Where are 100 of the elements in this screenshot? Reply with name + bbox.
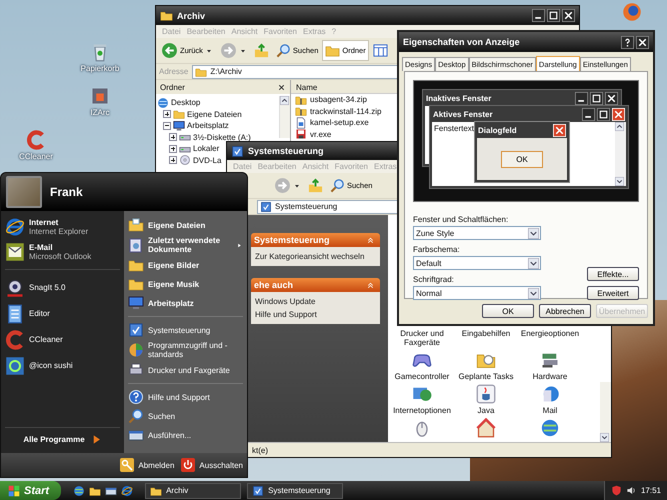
help-icon[interactable] <box>621 36 634 48</box>
dialog-button[interactable]: Erweitert <box>587 286 639 300</box>
forward-icon <box>220 42 237 59</box>
taskbar-button[interactable]: Archiv <box>145 482 242 498</box>
expand-toggle[interactable] <box>169 144 177 153</box>
menu-item[interactable]: Eigene Dateien <box>128 217 243 233</box>
maximize-icon[interactable] <box>547 9 560 22</box>
scrollbar[interactable] <box>279 96 290 138</box>
close-icon[interactable] <box>562 9 575 22</box>
menu-item[interactable]: Ausführen... <box>128 427 243 443</box>
menu-item[interactable]: Eigene Musik <box>128 276 243 292</box>
item-label[interactable]: Mail <box>542 406 558 415</box>
dialog-button[interactable]: Effekte... <box>587 267 639 281</box>
tree-item[interactable]: 3½-Diskette (A:) <box>193 132 251 142</box>
dialog-button[interactable]: Abbrechen <box>539 304 591 318</box>
item-label[interactable]: Eingabehilfen <box>462 329 510 338</box>
arc-icon[interactable] <box>26 130 46 150</box>
task-panel-header[interactable]: ehe auch <box>251 278 380 292</box>
zip-folder-icon <box>295 105 307 118</box>
scroll-up-icon[interactable] <box>615 122 624 131</box>
menu-item[interactable]: Systemsteuerung <box>128 322 243 338</box>
expand-toggle[interactable] <box>169 133 177 142</box>
tree-item[interactable]: Desktop <box>171 98 200 108</box>
scrollbar[interactable] <box>615 122 626 186</box>
item-label[interactable]: Energieoptionen <box>520 329 580 338</box>
menu-item[interactable]: Editor <box>5 303 120 324</box>
menu-item[interactable]: Drucker und Faxgeräte <box>128 362 243 378</box>
cup-icon[interactable] <box>476 384 496 404</box>
window-icon[interactable] <box>105 484 118 496</box>
item-label[interactable]: Hardware <box>532 372 568 381</box>
taskbar-button[interactable]: Systemsteuerung <box>247 482 344 498</box>
monitor-icon <box>173 120 185 132</box>
menu-item[interactable]: SnagIt 5.0 <box>5 277 120 298</box>
menu-item[interactable]: @icon sushi <box>5 355 120 376</box>
file-name[interactable]: vr.exe <box>310 130 332 139</box>
menu-item[interactable]: Internet Internet Explorer <box>5 217 120 237</box>
menu-item[interactable]: E-Mail Microsoft Outlook <box>5 242 120 262</box>
task-panel-header[interactable]: Systemsteuerung <box>251 233 380 247</box>
back-icon <box>161 42 178 59</box>
tree-item[interactable]: DVD-La <box>193 156 222 165</box>
dropdown-arrow-icon[interactable] <box>600 433 609 442</box>
search-icon <box>128 408 144 424</box>
maximize-icon[interactable] <box>597 108 610 120</box>
file-name[interactable]: kamel-setup.exe <box>310 118 369 128</box>
dropdown[interactable]: Default <box>413 256 541 270</box>
item-label[interactable]: Geplante Tasks <box>458 372 514 381</box>
menu-item[interactable]: Hilfe und Support <box>128 389 243 405</box>
minimize-icon[interactable] <box>575 92 588 104</box>
folder-icon <box>150 484 162 496</box>
tree-item[interactable]: Arbeitsplatz <box>187 121 229 130</box>
all-programs-button[interactable]: Alle Programme <box>5 427 120 445</box>
scrollbar[interactable] <box>600 382 611 442</box>
dropdown[interactable]: Normal <box>413 286 541 300</box>
item-label[interactable]: Gamecontroller <box>394 372 450 381</box>
task-link[interactable]: Hilfe und Support <box>255 310 376 319</box>
log-off-button[interactable]: Abmelden <box>119 457 174 473</box>
ok-button[interactable]: OK <box>501 150 543 168</box>
task-link[interactable]: Zur Kategorieansicht wechseln <box>255 252 376 261</box>
scroll-up-icon[interactable] <box>280 96 289 105</box>
file-name[interactable]: usbagent-34.zip <box>310 95 367 104</box>
menu-item[interactable]: Arbeitsplatz <box>128 295 243 311</box>
item-label[interactable]: Drucker und Faxgeräte <box>390 329 454 347</box>
dropdown[interactable]: Zune Style <box>413 226 541 240</box>
up-folder-icon <box>254 43 269 58</box>
shield-icon[interactable] <box>610 485 622 496</box>
close-icon[interactable] <box>277 82 286 92</box>
lens-icon <box>5 278 25 298</box>
expand-toggle[interactable] <box>169 156 177 164</box>
maximize-icon[interactable] <box>590 92 603 104</box>
close-icon[interactable] <box>636 36 649 48</box>
expand-toggle[interactable] <box>163 122 171 130</box>
menu-item[interactable]: Zuletzt verwendete Dokumente <box>128 236 243 254</box>
globe-icon[interactable] <box>73 484 86 496</box>
shut-down-button[interactable]: Ausschalten <box>180 457 243 473</box>
browser-icon[interactable] <box>121 484 134 496</box>
dropdown-arrow-icon[interactable] <box>615 177 624 186</box>
house-icon[interactable] <box>476 418 496 438</box>
menu-item[interactable]: Programmzugriff und -standards <box>128 341 243 359</box>
minimize-icon[interactable] <box>532 9 545 22</box>
speaker-icon[interactable] <box>626 485 637 496</box>
box-icon[interactable] <box>90 86 110 106</box>
close-icon[interactable] <box>605 92 618 104</box>
item-label[interactable]: Internetoptionen <box>393 406 451 415</box>
help-icon <box>128 389 144 405</box>
menu-item[interactable]: CCleaner <box>5 329 120 350</box>
start-button[interactable]: Start <box>0 481 62 500</box>
item-label[interactable]: Java <box>478 406 494 415</box>
tree-item[interactable]: Eigene Dateien <box>187 110 242 119</box>
globe-icon <box>157 96 169 109</box>
task-link[interactable]: Windows Update <box>255 297 376 306</box>
menu-item[interactable]: Suchen <box>128 408 243 424</box>
dialog-button[interactable]: OK <box>482 304 534 318</box>
expand-toggle[interactable] <box>163 110 171 118</box>
folder-icon[interactable] <box>89 484 102 496</box>
minimize-icon[interactable] <box>582 108 595 120</box>
folder-icon <box>160 9 173 22</box>
document-icon <box>128 237 144 253</box>
tree-item[interactable]: Lokaler <box>193 144 220 154</box>
file-name[interactable]: trackwinstall-114.zip <box>310 106 382 116</box>
menu-item[interactable]: Eigene Bilder <box>128 257 243 273</box>
